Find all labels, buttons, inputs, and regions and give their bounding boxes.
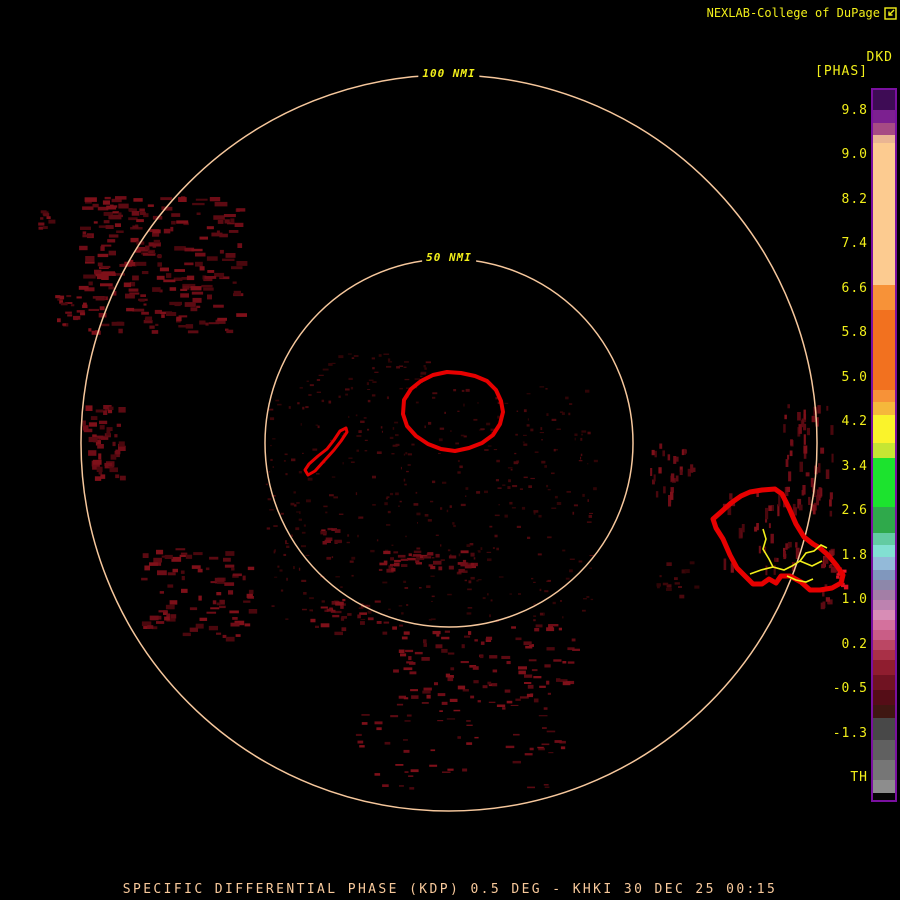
colorbar-segment (873, 590, 895, 600)
colorbar-segment (873, 640, 895, 650)
header: NEXLAB-College of DuPage (707, 6, 897, 20)
colorbar-segment (873, 650, 895, 660)
colorbar-segment (873, 620, 895, 630)
colorbar-segment (873, 123, 895, 135)
colorbar-tick-label: 1.8 (841, 547, 868, 563)
colorbar-segment (873, 135, 895, 143)
colorbar (871, 88, 897, 802)
colorbar-tick-label: 3.4 (841, 458, 868, 474)
colorbar-segment (873, 443, 895, 458)
radar-display: NEXLAB-College of DuPage DKD [PHAS] 9.8 9… (0, 0, 900, 900)
colorbar-tick-label: 4.2 (841, 414, 868, 430)
range-ring-label: 50 NMI (422, 251, 476, 264)
colorbar-segment (873, 630, 895, 640)
colorbar-segment (873, 533, 895, 545)
colorbar-segment (873, 402, 895, 415)
colorbar-segment (873, 390, 895, 402)
colorbar-tick-label: 2.6 (841, 503, 868, 519)
product-units-label: [PHAS] (815, 64, 868, 79)
colorbar-segment (873, 285, 895, 310)
radar-map-canvas (38, 74, 849, 812)
colorbar-tick-label: -0.5 (832, 681, 868, 697)
colorbar-segment (873, 458, 895, 507)
colorbar-segment (873, 690, 895, 705)
colorbar-segment (873, 110, 895, 123)
colorbar-segment (873, 557, 895, 570)
colorbar-tick-label: 8.2 (841, 191, 868, 207)
colorbar-segment (873, 415, 895, 443)
colorbar-tick-label: 7.4 (841, 236, 868, 252)
range-ring (264, 258, 634, 628)
colorbar-segment (873, 760, 895, 780)
colorbar-segment (873, 660, 895, 675)
colorbar-segment (873, 793, 895, 800)
colorbar-segment (873, 610, 895, 620)
colorbar-segment (873, 780, 895, 793)
colorbar-segment (873, 507, 895, 533)
range-ring-label: 100 NMI (418, 67, 480, 80)
colorbar-segment (873, 740, 895, 760)
kauai-outline (401, 370, 505, 453)
niihau-outline (303, 426, 349, 477)
colorbar-segment (873, 90, 895, 110)
radar-echo-layer (38, 196, 849, 790)
colorbar-tick-label: 5.0 (841, 369, 868, 385)
colorbar-tick-label: TH (850, 770, 868, 786)
island-outlines (303, 370, 846, 593)
colorbar-segment (873, 718, 895, 740)
colorbar-tick-label: 9.0 (841, 147, 868, 163)
colorbar-tick-label: 1.0 (841, 592, 868, 608)
product-code-label: DKD (866, 50, 893, 65)
range-ring (80, 74, 818, 812)
product-caption: SPECIFIC DIFFERENTIAL PHASE (KDP) 0.5 DE… (122, 882, 778, 897)
colorbar-tick-label: 0.2 (841, 636, 868, 652)
colorbar-segment (873, 570, 895, 580)
colorbar-segment (873, 143, 895, 285)
colorbar-segment (873, 580, 895, 590)
colorbar-segment (873, 310, 895, 390)
range-rings (80, 74, 818, 812)
colorbar-segment (873, 600, 895, 610)
colorbar-segment (873, 675, 895, 690)
oahu-h1-highway (749, 560, 823, 575)
colorbar-tick-label: 5.8 (841, 325, 868, 341)
colorbar-tick-label: -1.3 (832, 725, 868, 741)
site-title: NEXLAB-College of DuPage (706, 6, 880, 20)
colorbar-tick-label: 9.8 (841, 103, 868, 118)
colorbar-segment (873, 705, 895, 718)
colorbar-tick-label: 6.6 (841, 280, 868, 296)
colorbar-segment (873, 545, 895, 557)
cod-arrow-logo-icon (884, 6, 897, 20)
